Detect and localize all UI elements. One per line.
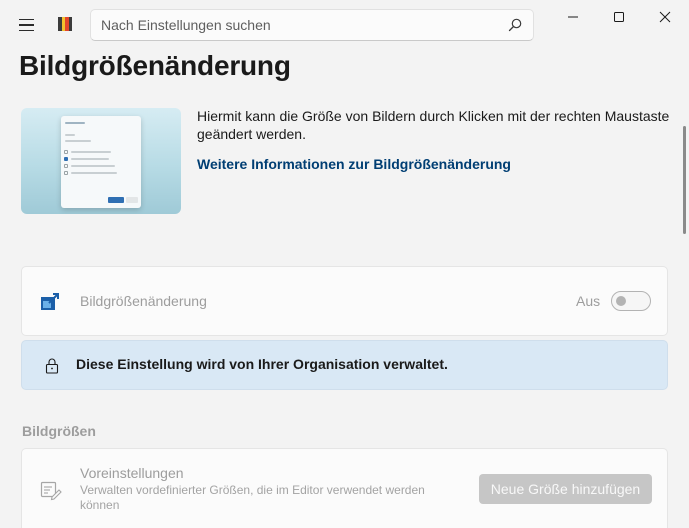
- learn-more-link[interactable]: Weitere Informationen zur Bildgrößenände…: [197, 156, 511, 172]
- close-button[interactable]: [642, 5, 688, 29]
- settings-window: Nach Einstellungen suchen Bildgrößenände…: [0, 0, 689, 528]
- scrollbar-thumb[interactable]: [683, 126, 686, 234]
- toggle-knob: [616, 296, 626, 306]
- search-placeholder: Nach Einstellungen suchen: [101, 17, 271, 33]
- page-title: Bildgrößenänderung: [19, 50, 291, 81]
- section-title-image-sizes: Bildgrößen: [22, 423, 96, 439]
- powertoys-app-icon: [58, 17, 72, 31]
- enable-image-resizer-card: Bildgrößenänderung Aus: [21, 266, 668, 336]
- maximize-button[interactable]: [596, 5, 642, 29]
- presets-card: Voreinstellungen Verwalten vordefinierte…: [21, 448, 668, 528]
- close-icon: [659, 11, 671, 23]
- presets-title: Voreinstellungen: [80, 465, 184, 481]
- add-new-size-button[interactable]: Neue Größe hinzufügen: [479, 474, 652, 504]
- policy-infobar: Diese Einstellung wird von Ihrer Organis…: [21, 340, 668, 390]
- presets-description: Verwalten vordefinierter Größen, die im …: [80, 483, 425, 512]
- toggle-state-label: Aus: [576, 293, 601, 309]
- search-input[interactable]: Nach Einstellungen suchen: [90, 9, 534, 41]
- policy-message: Diese Einstellung wird von Ihrer Organis…: [76, 356, 448, 372]
- minimize-button[interactable]: [550, 5, 596, 29]
- image-resizer-icon: [41, 293, 59, 310]
- hero-illustration: [21, 108, 181, 214]
- maximize-icon: [614, 12, 624, 22]
- preset-edit-icon: [40, 481, 62, 501]
- hero-description: Hiermit kann die Größe von Bildern durch…: [197, 108, 670, 142]
- enable-label: Bildgrößenänderung: [80, 293, 207, 309]
- search-icon[interactable]: [507, 17, 523, 33]
- hamburger-menu-icon[interactable]: [14, 14, 38, 36]
- lock-icon: [45, 358, 59, 374]
- minimize-icon: [568, 16, 578, 18]
- enable-toggle[interactable]: [611, 291, 651, 311]
